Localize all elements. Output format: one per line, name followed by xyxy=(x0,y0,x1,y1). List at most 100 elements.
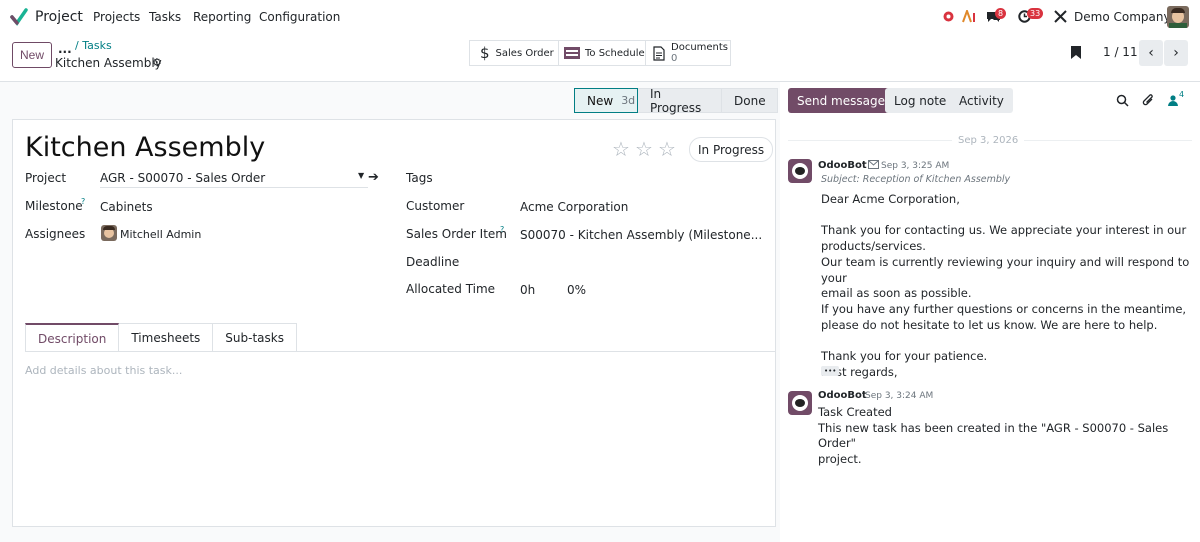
stage-done[interactable]: Done xyxy=(722,88,778,113)
caret-down-icon[interactable]: ▼ xyxy=(358,171,364,180)
search-icon[interactable] xyxy=(1116,94,1129,107)
state-label: In Progress xyxy=(698,142,765,157)
message-line: If you have any further questions or con… xyxy=(821,301,1187,316)
project-field[interactable]: AGR - S00070 - Sales Order ▼ xyxy=(100,170,368,188)
send-message-button[interactable]: Send message xyxy=(788,88,894,113)
allocated-hours-value[interactable]: 0h xyxy=(520,283,535,297)
to-schedule-smart-button[interactable]: To Schedule xyxy=(558,40,646,66)
tab-description-label: Description xyxy=(38,331,107,346)
message-line: products/services. xyxy=(821,239,926,254)
milestone-value[interactable]: Cabinets xyxy=(100,200,153,214)
message-line: please do not hesitate to let us know. W… xyxy=(821,317,1158,332)
gear-icon[interactable]: ⚙ xyxy=(152,56,162,69)
customer-label: Customer xyxy=(406,199,465,213)
message-line: Thank you for your patience. xyxy=(821,349,988,363)
breadcrumb-more-icon[interactable]: ... xyxy=(58,42,72,56)
activity-badge: 33 xyxy=(1027,8,1044,19)
message-time: Sep 3, 3:25 AM xyxy=(881,161,950,171)
sales-order-smart-button[interactable]: $ Sales Order xyxy=(469,40,559,66)
documents-label: Documents xyxy=(671,42,729,53)
message-line xyxy=(821,333,1196,349)
company-switcher[interactable]: Demo Company xyxy=(1074,10,1171,24)
odoobot-avatar[interactable] xyxy=(788,159,812,183)
message-author[interactable]: OdooBot xyxy=(818,160,867,171)
help-icon[interactable]: ? xyxy=(81,197,85,206)
customer-value[interactable]: Acme Corporation xyxy=(520,200,628,214)
project-value: AGR - S00070 - Sales Order xyxy=(100,171,266,185)
paperclip-icon[interactable] xyxy=(1142,93,1155,108)
chatter-panel: Send message Log note Activity 4 Sep 3, … xyxy=(780,82,1200,542)
message-line: Our team is currently reviewing your inq… xyxy=(821,254,1190,285)
dollar-icon: $ xyxy=(480,44,490,62)
calendar-list-icon xyxy=(564,47,580,59)
stage-new-label: New xyxy=(587,93,614,108)
menu-reporting[interactable]: Reporting xyxy=(193,10,251,24)
message-line: Task Created xyxy=(818,405,892,419)
stage-new[interactable]: New 3d xyxy=(574,88,638,113)
assignee-avatar[interactable] xyxy=(101,225,117,241)
message-body: Task Created This new task has been crea… xyxy=(818,405,1196,468)
tab-timesheets[interactable]: Timesheets xyxy=(119,323,214,352)
tab-description[interactable]: Description xyxy=(25,323,120,352)
menu-configuration[interactable]: Configuration xyxy=(259,10,340,24)
activity-button[interactable]: Activity xyxy=(950,88,1013,113)
message-line xyxy=(821,208,1196,224)
new-button[interactable]: New xyxy=(12,42,52,68)
document-icon xyxy=(653,45,665,61)
tab-divider xyxy=(25,351,775,352)
breadcrumb-tasks-link[interactable]: / Tasks xyxy=(75,39,112,52)
tab-timesheets-label: Timesheets xyxy=(131,331,201,345)
sales-order-item-value[interactable]: S00070 - Kitchen Assembly (Milestone... xyxy=(520,228,762,242)
project-label: Project xyxy=(25,171,67,185)
assignees-label: Assignees xyxy=(25,227,86,241)
stage-in-progress[interactable]: In Progress xyxy=(638,86,722,115)
allocated-percent-value: 0% xyxy=(567,283,587,297)
activity-label: Activity xyxy=(959,93,1004,108)
assignee-name[interactable]: Mitchell Admin xyxy=(120,228,201,241)
allocated-time-label: Allocated Time xyxy=(406,282,496,296)
breadcrumb-current-record: Kitchen Assembly xyxy=(55,56,162,70)
expand-message-button[interactable]: ••• xyxy=(821,366,840,376)
message-subject: Subject: Reception of Kitchen Assembly xyxy=(821,174,1011,185)
task-title[interactable]: Kitchen Assembly xyxy=(25,132,265,163)
pager-previous-button[interactable]: ‹ xyxy=(1139,40,1163,66)
message-line: This new task has been created in the "A… xyxy=(818,420,1169,451)
followers-icon[interactable] xyxy=(1168,95,1178,106)
tab-sub-tasks[interactable]: Sub-tasks xyxy=(213,323,297,352)
message-line: Thank you for contacting us. We apprecia… xyxy=(821,223,1187,238)
deadline-label: Deadline xyxy=(406,255,460,269)
send-message-label: Send message xyxy=(797,93,885,108)
menu-tasks[interactable]: Tasks xyxy=(149,10,181,24)
pager-value[interactable]: 1 / 11 xyxy=(1103,45,1138,59)
bookmark-icon[interactable] xyxy=(1070,45,1082,60)
message-line: email as soon as possible. xyxy=(821,286,972,301)
internal-link-arrow-icon[interactable]: ➔ xyxy=(368,170,379,185)
state-button[interactable]: In Progress xyxy=(689,137,774,162)
priority-star-icon[interactable]: ☆ xyxy=(635,137,653,161)
pager-next-button[interactable]: › xyxy=(1164,40,1188,66)
record-icon[interactable] xyxy=(943,11,954,22)
user-avatar[interactable] xyxy=(1167,6,1189,28)
priority-star-icon[interactable]: ☆ xyxy=(612,137,630,161)
sales-order-label: Sales Order xyxy=(495,47,554,59)
date-separator-label: Sep 3, 2026 xyxy=(952,135,1025,146)
followers-count: 4 xyxy=(1179,90,1185,99)
stage-in-progress-label: In Progress xyxy=(650,86,702,115)
message-time: Sep 3, 3:24 AM xyxy=(865,391,934,401)
tags-label: Tags xyxy=(406,171,433,185)
description-editor[interactable]: Add details about this task... xyxy=(25,364,182,377)
to-schedule-label: To Schedule xyxy=(585,47,645,59)
menu-projects[interactable]: Projects xyxy=(93,10,140,24)
tools-icon[interactable] xyxy=(1054,10,1067,23)
app-name[interactable]: Project xyxy=(35,9,83,25)
log-note-button[interactable]: Log note xyxy=(885,88,956,113)
documents-smart-button[interactable]: Documents 0 xyxy=(645,40,731,66)
project-app-logo[interactable] xyxy=(10,8,28,26)
ai-icon[interactable] xyxy=(962,10,977,23)
message-author[interactable]: OdooBot xyxy=(818,390,867,401)
top-navbar: Project Projects Tasks Reporting Configu… xyxy=(0,0,1200,34)
help-icon[interactable]: ? xyxy=(500,225,504,234)
odoobot-avatar[interactable] xyxy=(788,391,812,415)
priority-star-icon[interactable]: ☆ xyxy=(658,137,676,161)
form-sheet: Kitchen Assembly ☆ ☆ ☆ In Progress Proje… xyxy=(12,119,776,527)
